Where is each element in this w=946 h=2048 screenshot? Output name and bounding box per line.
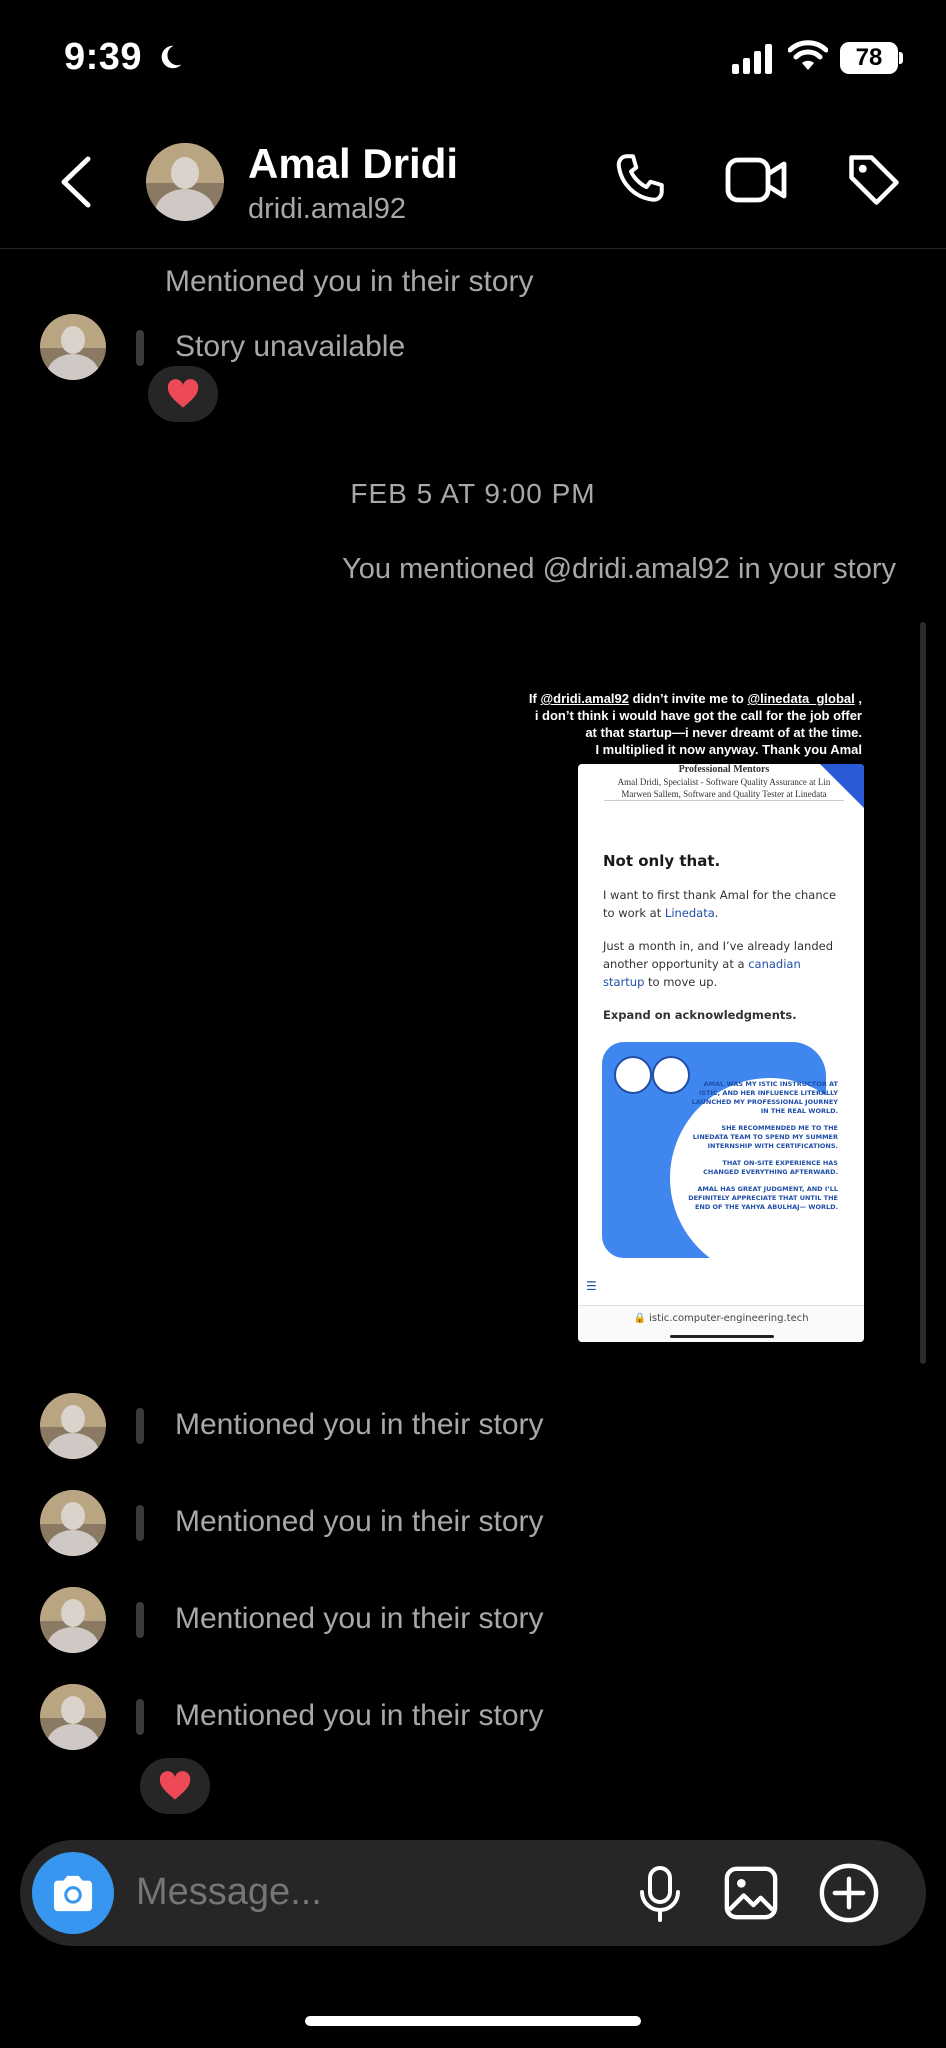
story-mention-message[interactable]: Mentioned you in their story [175, 1699, 544, 1733]
logo-icon [614, 1056, 652, 1094]
home-indicator[interactable] [305, 2016, 641, 2026]
heart-icon [159, 1771, 191, 1800]
video-call-icon[interactable] [724, 152, 788, 208]
story-mention-message[interactable]: Mentioned you in their story [175, 1408, 544, 1442]
avatar[interactable] [40, 1490, 106, 1556]
story-preview-card[interactable]: Professional Mentors Amal Dridi, Special… [578, 764, 864, 1342]
story-paragraph-2: Just a month in, and I’ve already landed… [603, 939, 833, 989]
story-paragraph-1: I want to first thank Amal for the chanc… [603, 888, 837, 920]
story-unavailable-text[interactable]: Story unavailable [175, 330, 405, 364]
reply-bar [136, 330, 144, 366]
message-input[interactable] [136, 1869, 606, 1915]
camera-icon [53, 1875, 93, 1912]
graduation-cap-icon [652, 1056, 690, 1094]
card-home-indicator [670, 1335, 774, 1338]
mentors-box: Professional Mentors Amal Dridi, Special… [604, 764, 844, 801]
reply-bar [136, 1408, 144, 1444]
expand-link: Expand on acknowledgments. [603, 1008, 797, 1022]
gallery-icon[interactable] [722, 1864, 780, 1922]
status-time: 9:39 [64, 36, 143, 78]
scrollbar[interactable] [920, 622, 926, 1364]
add-circle-icon[interactable] [818, 1862, 880, 1924]
avatar[interactable] [146, 143, 224, 221]
story-caption[interactable]: If @dridi.amal92 didn’t invite me to @li… [342, 690, 862, 758]
battery-indicator: 78 [840, 42, 898, 74]
battery-tip [899, 52, 903, 64]
avatar[interactable] [40, 1684, 106, 1750]
story-mention-message[interactable]: Mentioned you in their story [175, 1505, 544, 1539]
phone-icon[interactable] [610, 150, 670, 210]
contact-username[interactable]: dridi.amal92 [248, 193, 406, 226]
story-mention-label: Mentioned you in their story [165, 265, 534, 298]
story-mention-message[interactable]: Mentioned you in their story [175, 1602, 544, 1636]
heart-reaction[interactable] [140, 1758, 210, 1814]
wifi-icon [788, 40, 828, 70]
cellular-signal-icon [732, 44, 772, 74]
avatar[interactable] [40, 1393, 106, 1459]
reply-bar [136, 1699, 144, 1735]
avatar[interactable] [40, 1587, 106, 1653]
header-divider [0, 248, 946, 249]
menu-icon: ☰ [586, 1279, 597, 1293]
story-heading: Not only that. [603, 852, 721, 870]
microphone-icon[interactable] [636, 1864, 684, 1924]
reply-bar [136, 1505, 144, 1541]
lock-icon: 🔒 [633, 1313, 646, 1324]
you-mentioned-text: You mentioned @dridi.amal92 in your stor… [342, 553, 896, 585]
moon-icon [161, 45, 182, 69]
camera-button[interactable] [32, 1852, 114, 1934]
back-arrow-icon[interactable] [58, 155, 94, 209]
contact-name[interactable]: Amal Dridi [248, 140, 458, 188]
tag-icon[interactable] [844, 150, 904, 210]
heart-icon [167, 379, 199, 408]
corner-ribbon [820, 764, 864, 808]
heart-reaction[interactable] [148, 366, 218, 422]
date-divider: FEB 5 AT 9:00 PM [350, 478, 596, 509]
quote-text: AMAL WAS MY ISTIC INSTRUCTOR AT ISTIC, A… [688, 1080, 838, 1211]
avatar[interactable] [40, 314, 106, 380]
reply-bar [136, 1602, 144, 1638]
